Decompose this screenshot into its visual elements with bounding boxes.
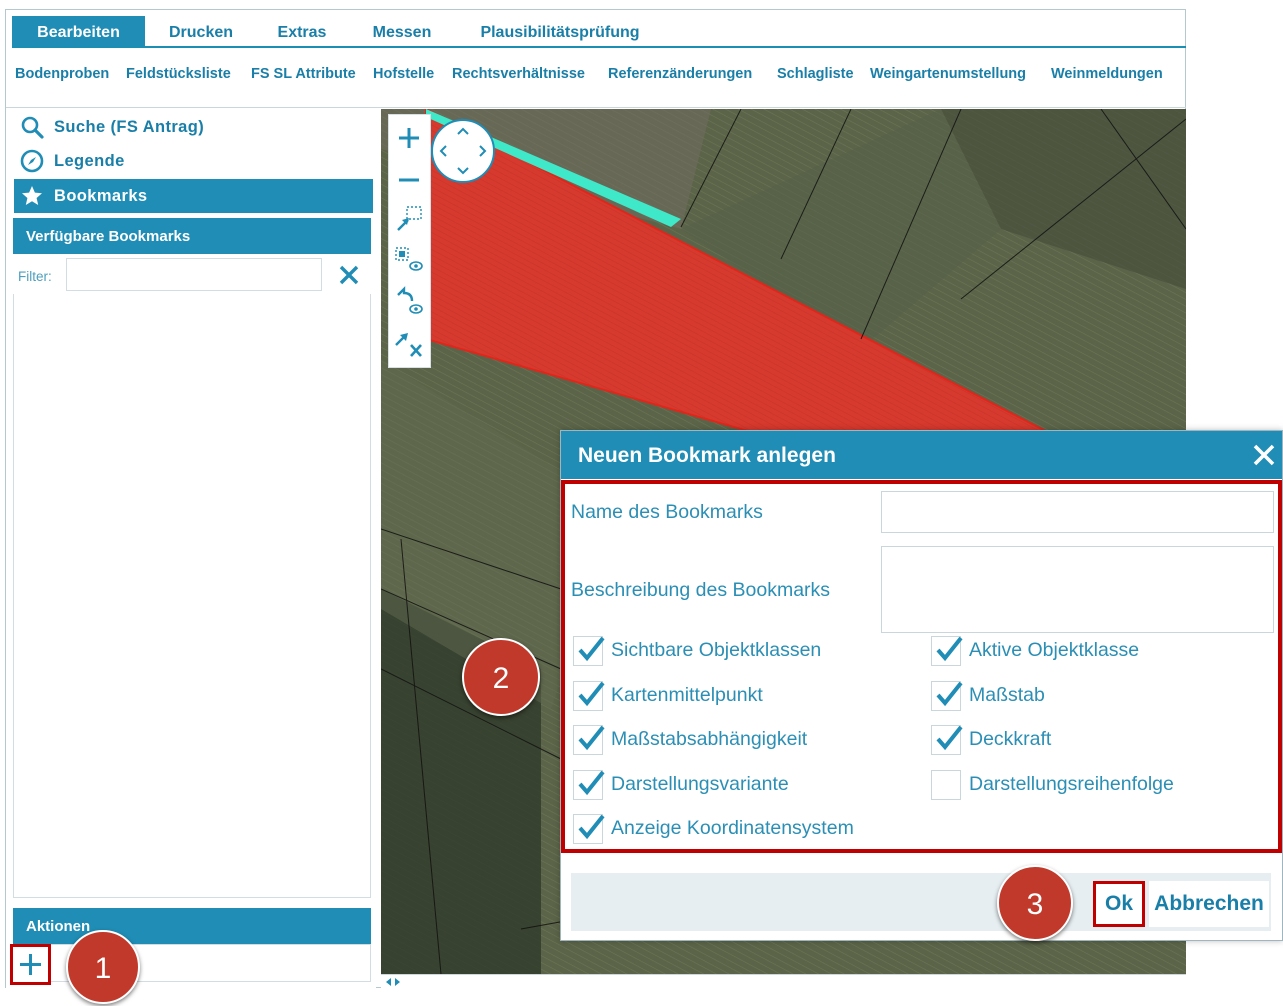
name-label: Name des Bookmarks	[571, 501, 763, 523]
previous-view-icon[interactable]	[394, 285, 424, 315]
checkmark-icon	[578, 636, 605, 662]
callout-1: 1	[66, 930, 140, 1004]
plus-icon	[20, 954, 41, 975]
checkmark-icon	[578, 725, 605, 751]
tab-drucken[interactable]: Drucken	[157, 16, 245, 46]
sidebar-item-bookmarks[interactable]: Bookmarks	[14, 179, 373, 213]
search-icon	[21, 116, 44, 139]
option-label: Deckkraft	[969, 728, 1052, 750]
sidebar-item-label: Legende	[54, 152, 125, 170]
map-toolbar	[388, 114, 431, 368]
option-label: Maßstab	[969, 684, 1045, 706]
tab-plausibilitaetspruefung[interactable]: Plausibilitätsprüfung	[470, 16, 650, 46]
main-tab-bar: Bearbeiten Drucken Extras Messen Plausib…	[12, 16, 1186, 48]
option-checkbox[interactable]	[573, 636, 605, 666]
add-bookmark-button[interactable]	[10, 944, 51, 985]
zoom-out-icon[interactable]	[397, 168, 421, 192]
callout-2: 2	[462, 638, 540, 716]
tab-messen[interactable]: Messen	[362, 16, 442, 46]
dialog-title: Neuen Bookmark anlegen	[578, 444, 836, 467]
menu-weingartenumstellung[interactable]: Weingartenumstellung	[870, 66, 1026, 82]
option-label: Darstellungsvariante	[611, 773, 789, 795]
available-bookmarks-title: Verfügbare Bookmarks	[26, 228, 191, 245]
dialog-footer: Ok Abbrechen	[571, 873, 1271, 931]
cancel-button[interactable]: Abbrechen	[1149, 881, 1269, 927]
clear-selection-icon[interactable]	[393, 329, 425, 359]
option-label: Sichtbare Objektklassen	[611, 639, 822, 661]
form-highlight	[561, 480, 1282, 853]
checkmark-icon	[936, 725, 963, 751]
actions-header: Aktionen	[13, 908, 371, 944]
option-label: Anzeige Koordinatensystem	[611, 817, 854, 839]
dialog-title-bar: Neuen Bookmark anlegen	[561, 431, 1282, 479]
checkmark-icon	[578, 770, 605, 796]
bookmark-description-input[interactable]	[881, 546, 1274, 633]
menu-feldstuecksliste[interactable]: Feldstücksliste	[126, 66, 231, 82]
bookmark-list	[13, 294, 371, 898]
resize-arrows-icon[interactable]	[385, 977, 401, 987]
available-bookmarks-header: Verfügbare Bookmarks	[13, 218, 371, 254]
option-checkbox[interactable]	[573, 814, 605, 844]
checkmark-icon	[578, 681, 605, 707]
pan-control[interactable]	[431, 119, 495, 183]
option-checkbox[interactable]	[573, 770, 605, 800]
menu-bodenproben[interactable]: Bodenproben	[15, 66, 109, 82]
option-checkbox[interactable]	[931, 770, 961, 800]
checkmark-icon	[936, 636, 963, 662]
callout-3: 3	[997, 865, 1073, 941]
ok-button[interactable]: Ok	[1093, 881, 1145, 927]
menu-rechtsverhaeltnisse[interactable]: Rechtsverhältnisse	[452, 66, 585, 82]
option-label: Darstellungsreihenfolge	[969, 773, 1174, 795]
checkmark-icon	[936, 681, 963, 707]
sidebar-item-search[interactable]: Suche (FS Antrag)	[14, 110, 373, 144]
tab-extras[interactable]: Extras	[267, 16, 337, 46]
option-checkbox[interactable]	[931, 725, 963, 755]
close-icon[interactable]	[1251, 442, 1277, 468]
menu-weinmeldungen[interactable]: Weinmeldungen	[1051, 66, 1163, 82]
pan-arrows-icon	[439, 127, 487, 175]
star-icon	[22, 186, 42, 205]
new-bookmark-dialog: Neuen Bookmark anlegen Name des Bookmark…	[560, 430, 1283, 941]
compass-icon	[20, 149, 44, 173]
option-label: Kartenmittelpunkt	[611, 684, 763, 706]
option-checkbox[interactable]	[573, 725, 605, 755]
zoom-in-icon[interactable]	[397, 126, 421, 150]
menu-hofstelle[interactable]: Hofstelle	[373, 66, 434, 82]
option-checkbox[interactable]	[931, 681, 963, 711]
menu-referenzaenderungen[interactable]: Referenzänderungen	[608, 66, 752, 82]
filter-label: Filter:	[18, 269, 52, 284]
zoom-extent-icon[interactable]	[394, 245, 424, 273]
checkmark-icon	[578, 814, 605, 840]
map-status-bar	[381, 974, 1186, 989]
filter-input[interactable]	[66, 258, 322, 291]
option-checkbox[interactable]	[573, 681, 605, 711]
menu-fs-sl-attribute[interactable]: FS SL Attribute	[251, 66, 356, 82]
tab-bearbeiten[interactable]: Bearbeiten	[12, 16, 145, 46]
sidebar: Suche (FS Antrag) Legende Bookmarks Verf…	[6, 108, 376, 988]
bookmark-name-input[interactable]	[881, 491, 1274, 533]
sidebar-item-label: Suche (FS Antrag)	[54, 118, 205, 136]
clear-filter-icon[interactable]	[338, 264, 360, 286]
option-label: Maßstabsabhängigkeit	[611, 728, 808, 750]
actions-title: Aktionen	[26, 918, 91, 935]
menu-schlagliste[interactable]: Schlagliste	[777, 66, 854, 82]
sidebar-item-legend[interactable]: Legende	[14, 144, 373, 178]
zoom-box-icon[interactable]	[395, 205, 423, 233]
option-label: Aktive Objektklasse	[969, 639, 1140, 661]
description-label: Beschreibung des Bookmarks	[571, 579, 831, 601]
sidebar-item-label: Bookmarks	[54, 187, 148, 205]
option-checkbox[interactable]	[931, 636, 963, 666]
